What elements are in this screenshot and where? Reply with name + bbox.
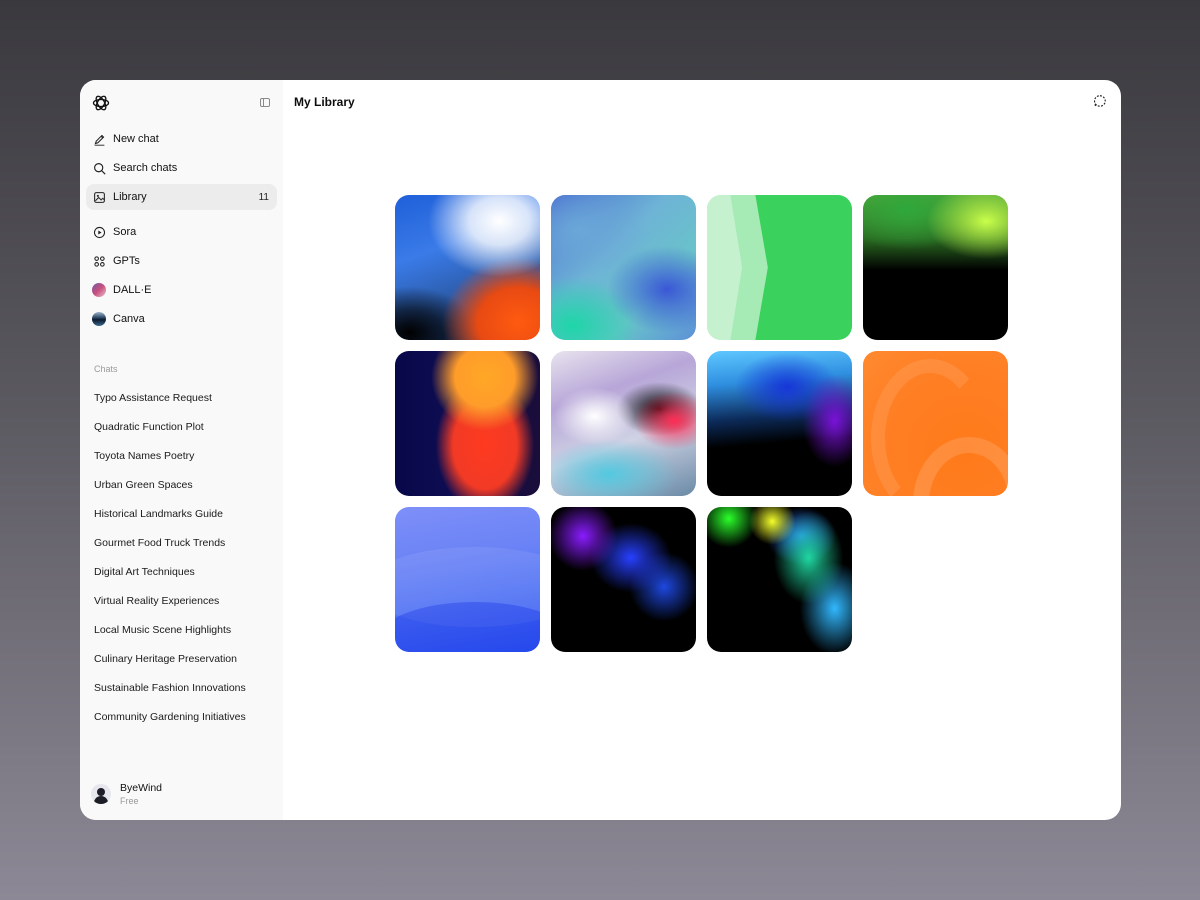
canva-avatar-icon: [92, 312, 106, 326]
search-chats-label: Search chats: [113, 162, 178, 174]
dalle-avatar-icon: [92, 283, 106, 297]
library-label: Library: [113, 191, 147, 203]
chat-history-item[interactable]: Quadratic Function Plot: [80, 413, 283, 442]
library-image-tile[interactable]: [395, 195, 540, 340]
library-image-tile[interactable]: [863, 351, 1008, 496]
chat-history-item[interactable]: Digital Art Techniques: [80, 558, 283, 587]
gpts-button[interactable]: GPTs: [86, 248, 277, 274]
chat-history-item[interactable]: Sustainable Fashion Innovations: [80, 674, 283, 703]
library-image-tile[interactable]: [551, 507, 696, 652]
user-profile-button[interactable]: ByeWind Free: [91, 782, 162, 806]
chat-history-item[interactable]: Gourmet Food Truck Trends: [80, 529, 283, 558]
library-image-grid: [395, 195, 1008, 652]
chat-history-item[interactable]: Urban Green Spaces: [80, 471, 283, 500]
app-window: New chat Search chats Library 11 Sora GP…: [80, 80, 1121, 820]
canva-button[interactable]: Canva: [86, 306, 277, 332]
canva-label: Canva: [113, 313, 145, 325]
openai-logo-icon[interactable]: [91, 93, 111, 113]
sidebar: New chat Search chats Library 11 Sora GP…: [80, 80, 283, 820]
library-button[interactable]: Library 11: [86, 184, 277, 210]
library-image-tile[interactable]: [707, 195, 852, 340]
library-image-tile[interactable]: [707, 351, 852, 496]
library-image-tile[interactable]: [551, 351, 696, 496]
sidebar-toggle-icon[interactable]: [260, 98, 270, 107]
chat-history-item[interactable]: Typo Assistance Request: [80, 384, 283, 413]
chat-history-item[interactable]: Community Gardening Initiatives: [80, 703, 283, 732]
new-chat-button[interactable]: New chat: [86, 126, 277, 152]
library-image-tile[interactable]: [863, 195, 1008, 340]
chat-history-item[interactable]: Toyota Names Poetry: [80, 442, 283, 471]
primary-nav: New chat Search chats Library 11: [80, 126, 283, 210]
avatar: [91, 784, 111, 804]
sora-button[interactable]: Sora: [86, 219, 277, 245]
chat-history-item[interactable]: Virtual Reality Experiences: [80, 587, 283, 616]
image-icon: [92, 190, 106, 204]
temporary-chat-icon[interactable]: [1093, 94, 1107, 108]
page-title: My Library: [294, 95, 355, 109]
search-icon: [92, 161, 106, 175]
dalle-label: DALL·E: [113, 284, 152, 296]
user-plan: Free: [120, 796, 139, 806]
library-image-tile[interactable]: [551, 195, 696, 340]
new-chat-label: New chat: [113, 133, 159, 145]
play-circle-icon: [92, 225, 106, 239]
chat-history-item[interactable]: Local Music Scene Highlights: [80, 616, 283, 645]
grid-icon: [92, 254, 106, 268]
user-info: ByeWind Free: [120, 782, 162, 806]
dalle-button[interactable]: DALL·E: [86, 277, 277, 303]
search-chats-button[interactable]: Search chats: [86, 155, 277, 181]
chat-history-item[interactable]: Historical Landmarks Guide: [80, 500, 283, 529]
pencil-icon: [92, 132, 106, 146]
chats-section-heading: Chats: [94, 364, 118, 374]
main-content: My Library: [283, 80, 1121, 820]
library-image-tile[interactable]: [395, 507, 540, 652]
chat-history-item[interactable]: Culinary Heritage Preservation: [80, 645, 283, 674]
library-image-tile[interactable]: [395, 351, 540, 496]
library-image-tile[interactable]: [707, 507, 852, 652]
apps-nav: Sora GPTs DALL·E Canva: [80, 219, 283, 332]
chat-history-list: Typo Assistance Request Quadratic Functi…: [80, 384, 283, 732]
sora-label: Sora: [113, 226, 137, 238]
sidebar-header: [80, 80, 283, 126]
library-count-badge: 11: [258, 191, 269, 203]
user-name: ByeWind: [120, 782, 163, 794]
gpts-label: GPTs: [113, 255, 140, 267]
